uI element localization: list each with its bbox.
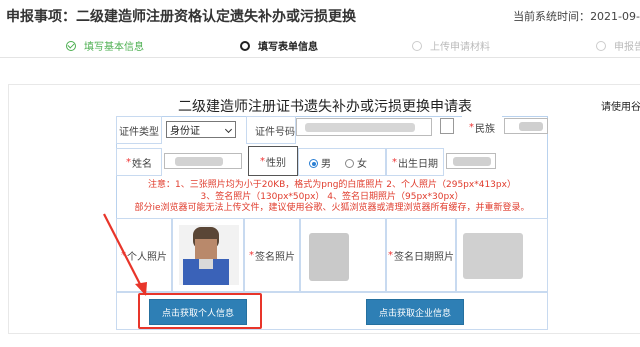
get-company-info-button[interactable]: 点击获取企业信息 (366, 299, 464, 325)
note-line: 3、签名照片（130px*50px） 4、签名日期照片（95px*30px） (200, 191, 464, 202)
step-upload-materials[interactable]: 上传申请材料 (412, 38, 490, 53)
upload-notes: 注意：1、三张照片均为小于20KB，格式为png的白底照片 2、个人照片（295… (116, 180, 548, 215)
note-line: 部分ie浏览器可能无法上传文件，建议使用谷歌、火狐浏览器或清理浏览器所有缓存，并… (134, 203, 530, 213)
personal-photo-cell[interactable] (172, 218, 244, 292)
name-label: 姓名 (116, 148, 162, 176)
progress-steps: 填写基本信息 填写表单信息 上传申请材料 申报告 (0, 32, 640, 58)
id-number-aux-box[interactable] (440, 118, 454, 134)
gender-male-radio[interactable]: 男 (309, 155, 331, 170)
signature-date-photo-label: 签名日期照片 (386, 218, 456, 292)
name-input[interactable] (164, 153, 242, 169)
ethnic-input[interactable] (504, 118, 548, 134)
id-type-label: 证件类型 (116, 116, 162, 144)
step-label: 上传申请材料 (430, 42, 490, 53)
signature-photo-label: 签名照片 (244, 218, 300, 292)
personal-photo-label: 个人照片 (116, 218, 172, 292)
system-time: 当前系统时间：2021-09- (513, 8, 640, 24)
signature-photo-cell[interactable] (300, 218, 386, 292)
note-line: 注意：1、三张照片均为小于20KB，格式为png的白底照片 2、个人照片（295… (148, 180, 516, 190)
gender-female-radio[interactable]: 女 (345, 155, 367, 170)
birth-date-input[interactable] (446, 153, 496, 169)
browser-help-text: 请使用谷 (601, 102, 640, 113)
radio-checked-icon (309, 159, 318, 168)
page-title: 申报事项：二级建造师注册资格认定遗失补办或污损更换 (6, 9, 356, 25)
highlight-box (138, 293, 262, 329)
gender-radio-group: 男 女 (298, 148, 386, 176)
id-number-label: 证件号码 (246, 116, 296, 144)
pending-circle-icon (596, 40, 606, 51)
chevron-down-icon (224, 125, 233, 134)
personal-photo (179, 225, 239, 285)
radio-unchecked-icon (345, 159, 354, 168)
gender-label: 性别 (248, 146, 298, 176)
signature-date-photo (463, 233, 523, 279)
step-label: 申报告 (614, 42, 640, 53)
step-label: 填写基本信息 (84, 42, 144, 53)
system-time-value: 2021-09- (590, 10, 640, 23)
system-time-label: 当前系统时间： (513, 10, 591, 23)
birth-date-label: 出生日期 (386, 148, 444, 176)
step-label: 填写表单信息 (258, 42, 318, 53)
check-circle-icon (66, 40, 76, 51)
signature-date-photo-cell[interactable] (456, 218, 548, 292)
signature-photo (309, 233, 349, 281)
step-fill-form-info[interactable]: 填写表单信息 (240, 38, 318, 53)
ethnic-label: 民族 (462, 116, 502, 138)
current-circle-icon (240, 40, 250, 51)
id-number-input[interactable] (296, 118, 432, 136)
form-title: 二级建造师注册证书遗失补办或污损更换申请表 (178, 99, 472, 115)
step-fill-basic-info[interactable]: 填写基本信息 (66, 38, 144, 53)
page-header: 申报事项：二级建造师注册资格认定遗失补办或污损更换 当前系统时间：2021-09… (0, 0, 640, 30)
id-type-select[interactable]: 身份证 (166, 121, 236, 138)
pending-circle-icon (412, 40, 422, 51)
step-declare[interactable]: 申报告 (596, 38, 640, 53)
